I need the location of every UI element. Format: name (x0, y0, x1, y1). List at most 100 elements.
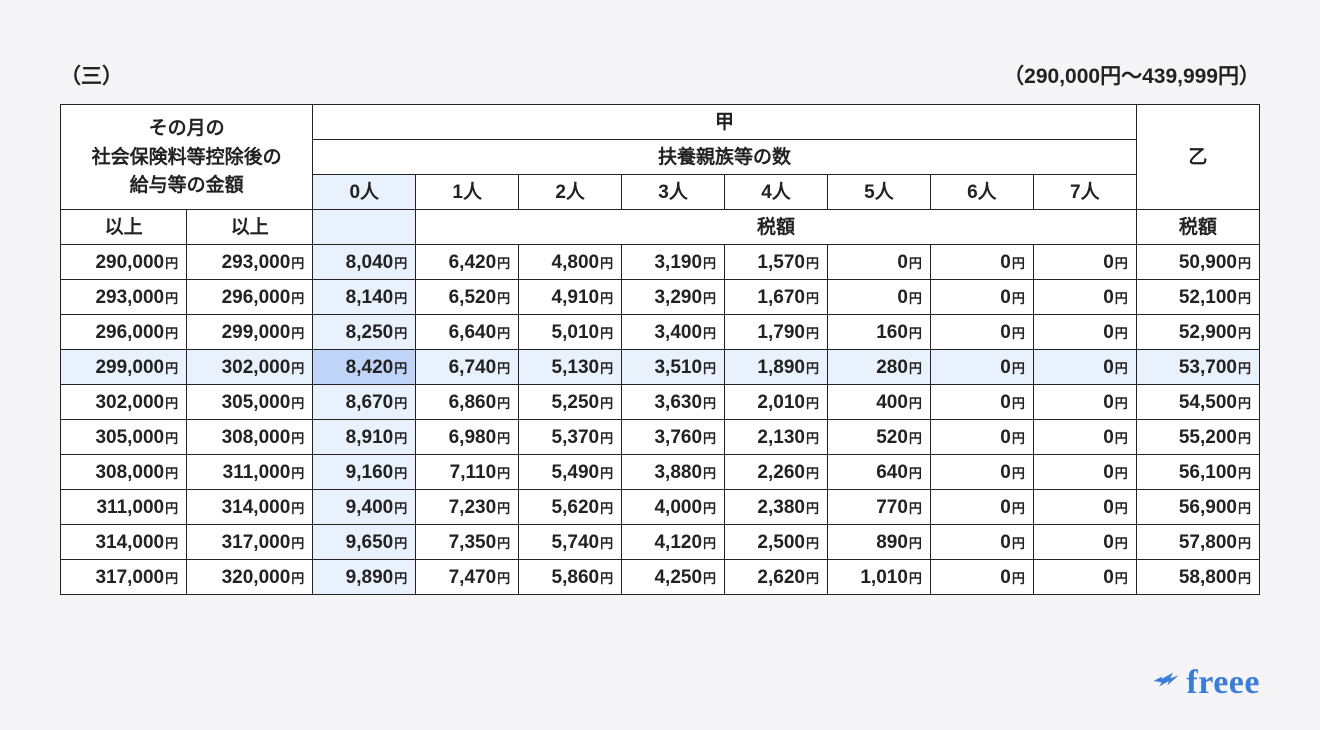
yen-suffix: 円 (909, 361, 922, 376)
table-cell: 0円 (1033, 245, 1136, 280)
yen-suffix: 円 (165, 431, 178, 446)
table-cell: 1,570円 (725, 245, 828, 280)
table-cell: 3,400円 (622, 315, 725, 350)
bird-icon (1152, 669, 1180, 698)
table-cell: 280円 (827, 350, 930, 385)
dep-col-6: 6人 (930, 175, 1033, 210)
table-cell: 57,800円 (1136, 525, 1259, 560)
table-cell: 9,160円 (313, 455, 416, 490)
table-head: その月の社会保険料等控除後の給与等の金額 甲 乙 扶養親族等の数 0人1人2人3… (61, 105, 1260, 245)
yen-suffix: 円 (497, 396, 510, 411)
yen-suffix: 円 (291, 361, 304, 376)
yen-suffix: 円 (600, 536, 613, 551)
table-cell: 4,910円 (519, 280, 622, 315)
table-cell: 0円 (1033, 455, 1136, 490)
freee-logo: freee (1152, 664, 1260, 702)
table-cell: 296,000円 (187, 280, 313, 315)
section-marker: （三） (60, 60, 123, 90)
yen-suffix: 円 (600, 256, 613, 271)
table-cell: 2,500円 (725, 525, 828, 560)
table-cell: 3,630円 (622, 385, 725, 420)
otsu-header: 乙 (1136, 105, 1259, 210)
yen-suffix: 円 (165, 291, 178, 306)
table-cell: 56,100円 (1136, 455, 1259, 490)
table-cell: 0円 (827, 245, 930, 280)
yen-suffix: 円 (1238, 501, 1251, 516)
table-cell: 52,900円 (1136, 315, 1259, 350)
table-cell: 2,010円 (725, 385, 828, 420)
table-cell: 296,000円 (61, 315, 187, 350)
yen-suffix: 円 (1238, 291, 1251, 306)
yen-suffix: 円 (497, 291, 510, 306)
yen-suffix: 円 (703, 536, 716, 551)
table-cell: 400円 (827, 385, 930, 420)
table-header-row: （三） （290,000円〜439,999円） (60, 60, 1260, 90)
withholding-tax-table: その月の社会保険料等控除後の給与等の金額 甲 乙 扶養親族等の数 0人1人2人3… (60, 104, 1260, 595)
yen-suffix: 円 (703, 326, 716, 341)
table-cell: 290,000円 (61, 245, 187, 280)
table-cell: 5,860円 (519, 560, 622, 595)
yen-suffix: 円 (394, 396, 407, 411)
yen-suffix: 円 (497, 431, 510, 446)
yen-suffix: 円 (1238, 361, 1251, 376)
yen-suffix: 円 (806, 326, 819, 341)
yen-suffix: 円 (394, 571, 407, 586)
table-cell: 56,900円 (1136, 490, 1259, 525)
table-cell: 0円 (930, 315, 1033, 350)
table-cell: 7,350円 (416, 525, 519, 560)
table-cell: 3,190円 (622, 245, 725, 280)
yen-suffix: 円 (394, 291, 407, 306)
table-cell: 311,000円 (61, 490, 187, 525)
dep-col-2: 2人 (519, 175, 622, 210)
yen-suffix: 円 (703, 501, 716, 516)
yen-suffix: 円 (1238, 256, 1251, 271)
yen-suffix: 円 (165, 326, 178, 341)
yen-suffix: 円 (600, 501, 613, 516)
yen-suffix: 円 (1115, 256, 1128, 271)
dep-col-4: 4人 (725, 175, 828, 210)
yen-suffix: 円 (291, 536, 304, 551)
table-cell: 52,100円 (1136, 280, 1259, 315)
table-cell: 7,230円 (416, 490, 519, 525)
table-cell: 3,510円 (622, 350, 725, 385)
yen-suffix: 円 (1012, 361, 1025, 376)
table-cell: 320,000円 (187, 560, 313, 595)
yen-suffix: 円 (165, 501, 178, 516)
range-note: （290,000円〜439,999円） (1003, 60, 1260, 90)
yen-suffix: 円 (909, 256, 922, 271)
table-cell: 6,740円 (416, 350, 519, 385)
table-cell: 8,670円 (313, 385, 416, 420)
table-cell: 0円 (930, 560, 1033, 595)
yen-suffix: 円 (497, 326, 510, 341)
table-cell: 2,130円 (725, 420, 828, 455)
yen-suffix: 円 (165, 571, 178, 586)
table-cell: 317,000円 (187, 525, 313, 560)
table-cell: 55,200円 (1136, 420, 1259, 455)
table-cell: 5,130円 (519, 350, 622, 385)
yen-suffix: 円 (394, 501, 407, 516)
table-row: 290,000円293,000円8,040円6,420円4,800円3,190円… (61, 245, 1260, 280)
table-cell: 3,760円 (622, 420, 725, 455)
table-cell: 7,110円 (416, 455, 519, 490)
yen-suffix: 円 (909, 501, 922, 516)
yen-suffix: 円 (600, 326, 613, 341)
yen-suffix: 円 (291, 396, 304, 411)
yen-suffix: 円 (1012, 501, 1025, 516)
yen-suffix: 円 (1238, 326, 1251, 341)
table-cell: 5,010円 (519, 315, 622, 350)
yen-suffix: 円 (1238, 431, 1251, 446)
yen-suffix: 円 (703, 466, 716, 481)
table-cell: 7,470円 (416, 560, 519, 595)
yen-suffix: 円 (806, 466, 819, 481)
table-cell: 58,800円 (1136, 560, 1259, 595)
table-cell: 305,000円 (187, 385, 313, 420)
dep-col-1: 1人 (416, 175, 519, 210)
table-cell: 0円 (930, 455, 1033, 490)
table-cell: 6,980円 (416, 420, 519, 455)
yen-suffix: 円 (394, 326, 407, 341)
table-cell: 6,860円 (416, 385, 519, 420)
yen-suffix: 円 (291, 571, 304, 586)
table-cell: 1,670円 (725, 280, 828, 315)
table-cell: 0円 (930, 490, 1033, 525)
dep-col-3: 3人 (622, 175, 725, 210)
